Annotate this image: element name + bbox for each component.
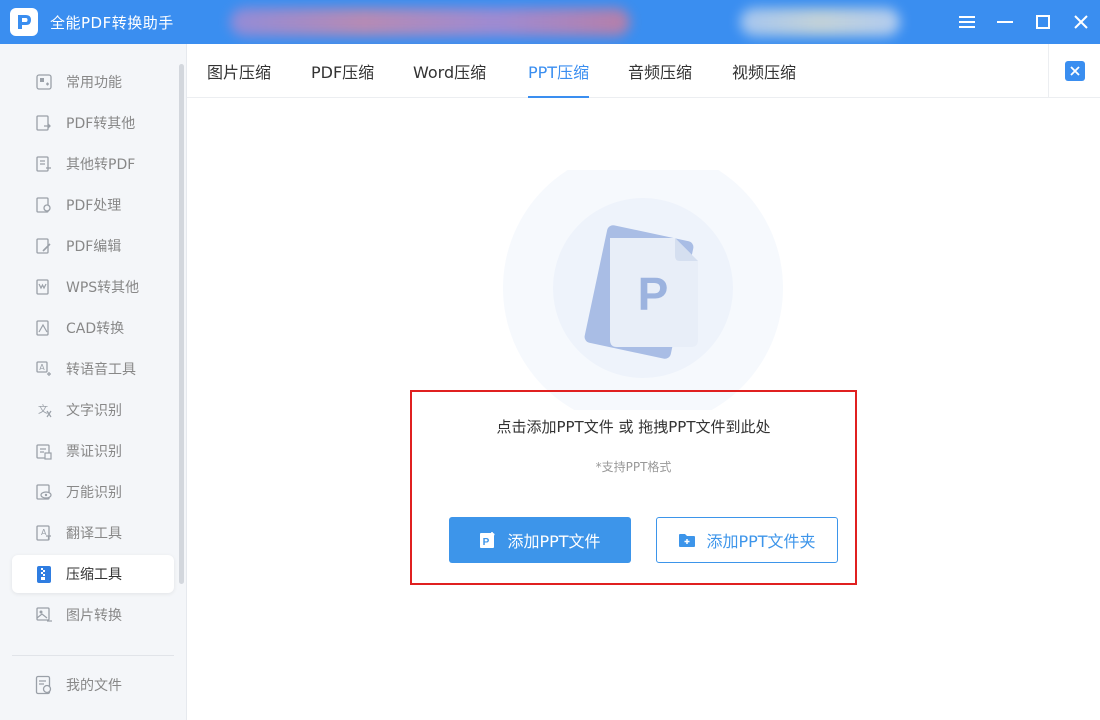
sidebar-item-label: 文字识别 [66,403,122,419]
tab-bar: 图片压缩 PDF压缩 Word压缩 PPT压缩 音频压缩 视频压缩 [187,44,1100,98]
tab-word-compress[interactable]: Word压缩 [413,44,486,98]
app-title: 全能PDF转换助手 [50,13,174,32]
ticket-recognition-icon [34,441,54,461]
common-features-icon [34,72,54,92]
sidebar-item-compress[interactable]: 压缩工具 [12,555,174,593]
sidebar-item-label: PDF处理 [66,198,122,214]
sidebar-item-text-recognition[interactable]: 文 文字识别 [12,391,174,429]
file-drop-zone[interactable]: 点击添加PPT文件 或 拖拽PPT文件到此处 *支持PPT格式 P 添加PPT文… [410,390,857,585]
wps-convert-icon [34,277,54,297]
to-pdf-icon [34,154,54,174]
add-folder-label: 添加PPT文件夹 [706,532,816,551]
tab-audio-compress[interactable]: 音频压缩 [628,44,692,98]
sidebar-item-universal-recognition[interactable]: 万能识别 [12,473,174,511]
add-folder-icon [678,531,696,549]
blurred-banner [230,8,630,36]
sidebar-item-speech-tool[interactable]: A 转语音工具 [12,350,174,388]
sidebar-item-pdf-process[interactable]: PDF处理 [12,186,174,224]
drop-instruction: 点击添加PPT文件 或 拖拽PPT文件到此处 [496,418,771,436]
menu-icon[interactable] [948,0,986,44]
add-ppt-folder-button[interactable]: 添加PPT文件夹 [656,517,838,563]
svg-text:A: A [39,363,45,372]
sidebar-item-label: 我的文件 [66,678,122,694]
tab-label: PPT压缩 [528,63,590,82]
sidebar-item-label: 翻译工具 [66,526,122,542]
tab-label: 图片压缩 [207,63,272,82]
minimize-icon[interactable] [986,0,1024,44]
tab-label: Word压缩 [413,63,487,82]
compress-icon [34,564,54,584]
sidebar-item-label: 转语音工具 [66,362,136,378]
sidebar-item-label: 万能识别 [66,485,122,501]
svg-text:文: 文 [38,403,48,416]
sidebar-item-translate[interactable]: A 翻译工具 [12,514,174,552]
sidebar-item-common[interactable]: 常用功能 [12,63,174,101]
tab-pdf-compress[interactable]: PDF压缩 [311,44,374,98]
tab-label: 音频压缩 [628,63,693,82]
sidebar-divider [12,655,174,656]
tab-ppt-compress[interactable]: PPT压缩 [528,44,590,98]
close-panel-icon[interactable] [1064,61,1085,81]
blurred-banner-secondary [740,8,900,36]
maximize-icon[interactable] [1024,0,1062,44]
sidebar-item-pdf-edit[interactable]: PDF编辑 [12,227,174,265]
sidebar-item-label: 票证识别 [66,444,122,460]
supported-format-note: *支持PPT格式 [595,460,672,474]
add-file-label: 添加PPT文件 [507,532,601,551]
window-controls [948,0,1100,44]
title-bar: 全能PDF转换助手 [0,0,1100,44]
add-file-icon: P [479,531,497,549]
sidebar-item-my-files[interactable]: 我的文件 [12,666,174,704]
tab-video-compress[interactable]: 视频压缩 [732,44,796,98]
pdf-process-icon [34,195,54,215]
image-convert-icon [34,605,54,625]
sidebar-item-other-to-pdf[interactable]: 其他转PDF [12,145,174,183]
sidebar-item-label: 常用功能 [66,75,122,91]
app-logo-icon [10,8,38,36]
illustration-letter: P [638,268,669,320]
sidebar-item-label: 其他转PDF [66,157,136,173]
sidebar-item-wps-to-other[interactable]: WPS转其他 [12,268,174,306]
sidebar-item-label: WPS转其他 [66,280,140,296]
close-window-icon[interactable] [1062,0,1100,44]
tab-label: PDF压缩 [311,63,375,82]
sidebar-item-label: CAD转换 [66,321,125,337]
sidebar-item-pdf-to-other[interactable]: PDF转其他 [12,104,174,142]
pdf-convert-icon [34,113,54,133]
sidebar-item-label: PDF编辑 [66,239,122,255]
sidebar-item-label: PDF转其他 [66,116,136,132]
universal-recognition-icon [34,482,54,502]
add-ppt-file-button[interactable]: P 添加PPT文件 [449,517,631,563]
sidebar-item-image-convert[interactable]: 图片转换 [12,596,174,634]
ppt-file-illustration: P [503,148,783,428]
tab-label: 视频压缩 [732,63,797,82]
cad-convert-icon [34,318,54,338]
text-recognition-icon: 文 [34,400,54,420]
pdf-edit-icon [34,236,54,256]
sidebar-item-cad-convert[interactable]: CAD转换 [12,309,174,347]
sidebar-item-label: 压缩工具 [66,567,122,583]
sidebar-scrollbar[interactable] [179,64,184,584]
svg-text:P: P [483,537,490,548]
translate-icon: A [34,523,54,543]
text-to-speech-icon: A [34,359,54,379]
sidebar-item-label: 图片转换 [66,608,122,624]
my-files-icon [34,675,54,695]
panel-close-area [1048,44,1100,98]
sidebar-item-ticket-recognition[interactable]: 票证识别 [12,432,174,470]
tab-image-compress[interactable]: 图片压缩 [207,44,271,98]
